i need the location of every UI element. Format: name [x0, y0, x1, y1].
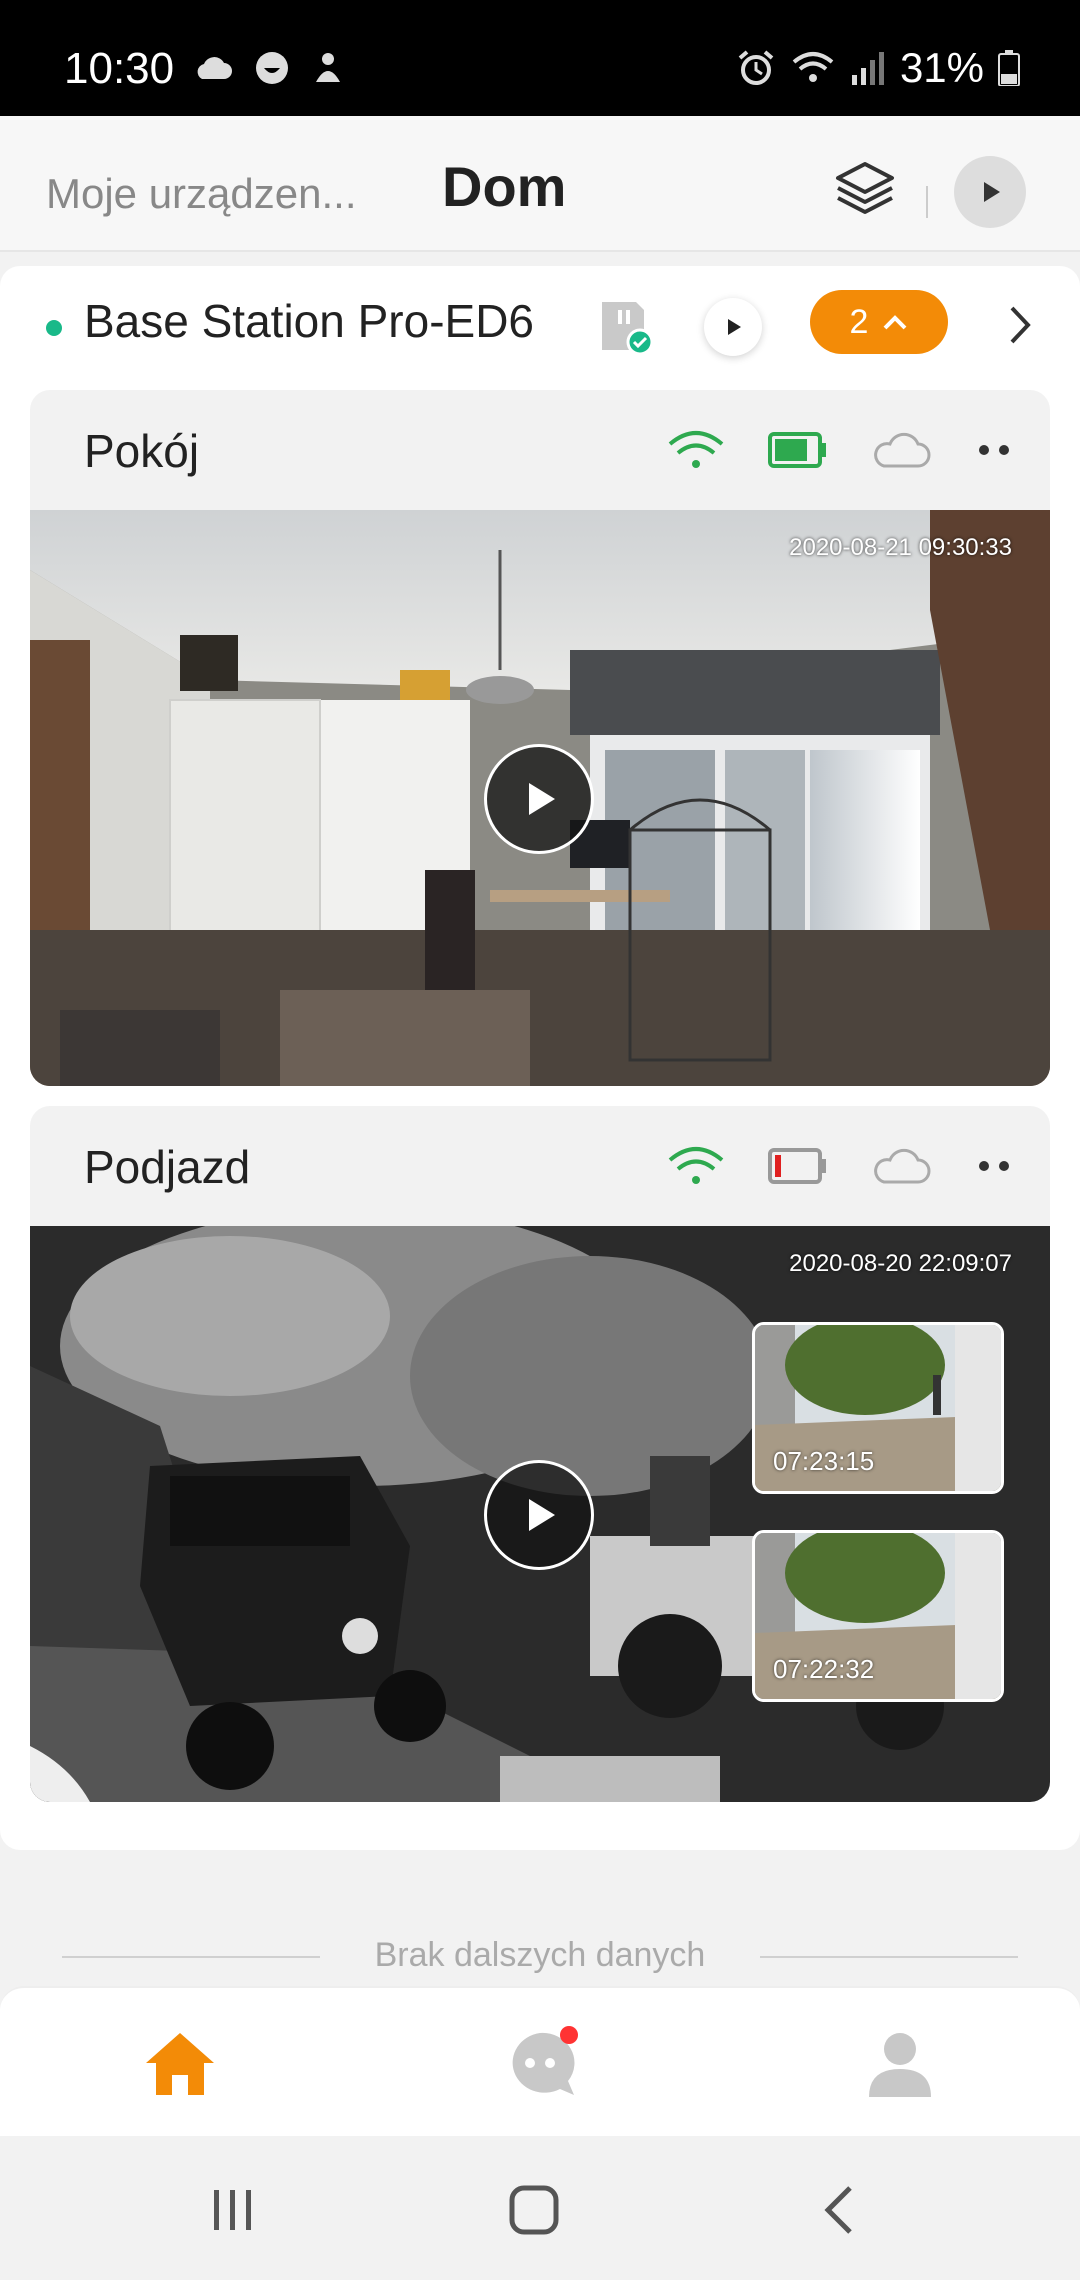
play-icon [984, 182, 1000, 202]
chevron-up-icon [884, 315, 907, 330]
station-play-button[interactable] [704, 298, 762, 356]
wifi-icon [792, 52, 834, 82]
camera-timestamp: 2020-08-21 09:30:33 [789, 534, 1012, 561]
wifi-icon [668, 1147, 724, 1184]
event-thumbnail[interactable]: 07:22:32 [752, 1530, 1004, 1702]
battery-icon [998, 50, 1020, 86]
nav-messages[interactable] [500, 2024, 580, 2104]
play-button[interactable] [484, 1460, 594, 1570]
play-icon [529, 1499, 555, 1531]
app-header: Moje urządzen... Dom [0, 116, 1080, 252]
page-title: Dom [442, 155, 567, 218]
more-options-icon[interactable] [974, 440, 1014, 460]
base-station-card: Base Station Pro-ED6 2 Pokój 2020-08-21 … [0, 266, 1080, 1850]
station-row[interactable]: Base Station Pro-ED6 2 [0, 266, 1080, 390]
notification-badge [560, 2026, 578, 2044]
home-icon [146, 2033, 214, 2095]
camera-card-podjazd: Podjazd 2020-08-20 22:09:07 07:23:15 07:… [30, 1106, 1050, 1802]
play-icon [728, 319, 741, 335]
play-all-button[interactable] [954, 156, 1026, 228]
camera-count-toggle[interactable]: 2 [810, 290, 948, 354]
status-time: 10:30 [64, 44, 175, 93]
notification-icon [316, 53, 340, 82]
camera-name: Podjazd [84, 1141, 251, 1193]
play-button[interactable] [484, 744, 594, 854]
camera-header: Pokój [30, 390, 1050, 510]
back-button[interactable] [810, 2180, 870, 2240]
camera-header: Podjazd [30, 1106, 1050, 1226]
signal-icon [851, 52, 884, 85]
station-name: Base Station Pro-ED6 [84, 295, 535, 347]
play-icon [529, 783, 555, 815]
no-more-data-note: Brak dalszych danych [0, 1936, 1080, 1976]
nav-home[interactable] [140, 2024, 220, 2104]
camera-card-pokoj: Pokój 2020-08-21 09:30:33 [30, 390, 1050, 1086]
chevron-right-icon[interactable] [1000, 300, 1040, 350]
event-time: 07:23:15 [773, 1446, 875, 1476]
battery-icon [768, 1148, 826, 1184]
online-status-dot [46, 320, 62, 336]
devices-dropdown[interactable]: Moje urządzen... [46, 170, 357, 218]
battery-icon [768, 432, 826, 468]
smiley-icon [256, 52, 288, 84]
cloud-icon [197, 57, 232, 79]
home-square-icon [509, 2185, 559, 2235]
battery-percent: 31% [899, 44, 984, 91]
system-navigation-bar [0, 2136, 1080, 2280]
wifi-icon [668, 431, 724, 468]
alarm-icon [738, 50, 774, 85]
recent-apps-icon [214, 2190, 251, 2230]
status-bar: 10:30 31% [0, 0, 1080, 116]
layers-icon[interactable] [832, 156, 898, 222]
cloud-icon[interactable] [870, 430, 932, 470]
cloud-icon[interactable] [870, 1146, 932, 1186]
camera-feed-podjazd[interactable]: 2020-08-20 22:09:07 07:23:15 07:22:32 [30, 1226, 1050, 1802]
camera-name: Pokój [84, 425, 200, 477]
profile-icon [869, 2033, 931, 2097]
back-icon [824, 2186, 852, 2234]
event-time: 07:22:32 [773, 1654, 875, 1684]
event-thumbnail[interactable]: 07:23:15 [752, 1322, 1004, 1494]
home-button[interactable] [504, 2180, 564, 2240]
camera-feed-pokoj[interactable]: 2020-08-21 09:30:33 [30, 510, 1050, 1086]
camera-timestamp: 2020-08-20 22:09:07 [789, 1250, 1012, 1277]
bottom-navigation [0, 1986, 1080, 2136]
divider [760, 1956, 1018, 1958]
header-divider [926, 186, 928, 218]
recent-apps-button[interactable] [202, 2180, 262, 2240]
more-options-icon[interactable] [974, 1156, 1014, 1176]
sd-card-icon[interactable] [596, 296, 654, 356]
nav-profile[interactable] [860, 2024, 940, 2104]
camera-count: 2 [849, 302, 869, 341]
